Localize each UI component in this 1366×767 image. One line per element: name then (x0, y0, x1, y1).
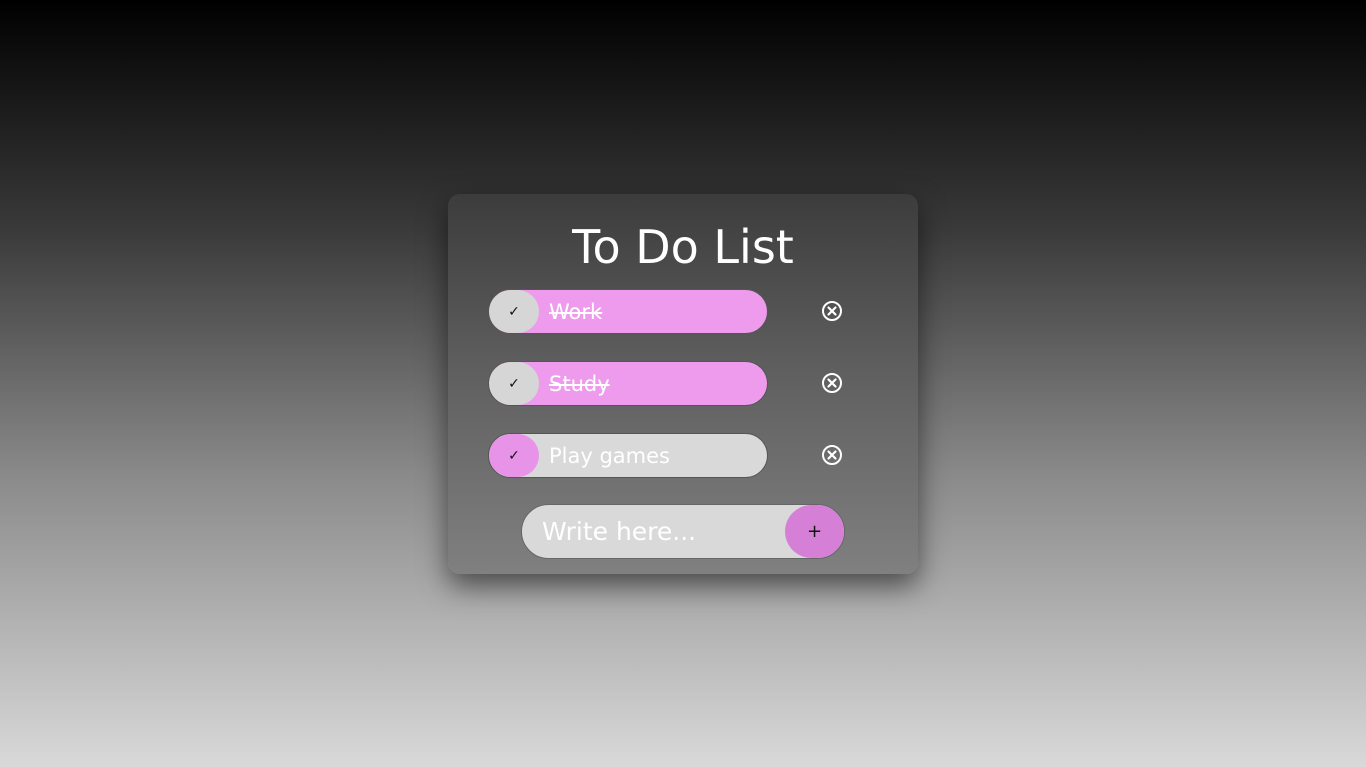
plus-icon: + (806, 521, 823, 542)
new-task-input[interactable] (522, 505, 784, 558)
todo-item-play-games: ✓ Play games (488, 433, 768, 478)
check-icon[interactable]: ✓ (489, 362, 539, 405)
page-title: To Do List (572, 220, 794, 274)
check-icon[interactable]: ✓ (489, 290, 539, 333)
todo-item-work: ✓ Work (488, 289, 768, 334)
todo-item-study: ✓ Study (488, 361, 768, 406)
close-circle-icon[interactable] (821, 372, 843, 394)
todo-item-label: Play games (549, 444, 670, 468)
check-icon[interactable]: ✓ (489, 434, 539, 477)
add-task-bar: + (521, 504, 845, 559)
close-circle-icon[interactable] (821, 444, 843, 466)
todo-card: To Do List ✓ Work ✓ Study ✓ Play games W… (448, 194, 918, 574)
todo-item-label: Work (549, 300, 603, 324)
add-task-button[interactable]: + (785, 505, 844, 558)
close-circle-icon[interactable] (821, 300, 843, 322)
todo-item-label: Study (549, 372, 610, 396)
